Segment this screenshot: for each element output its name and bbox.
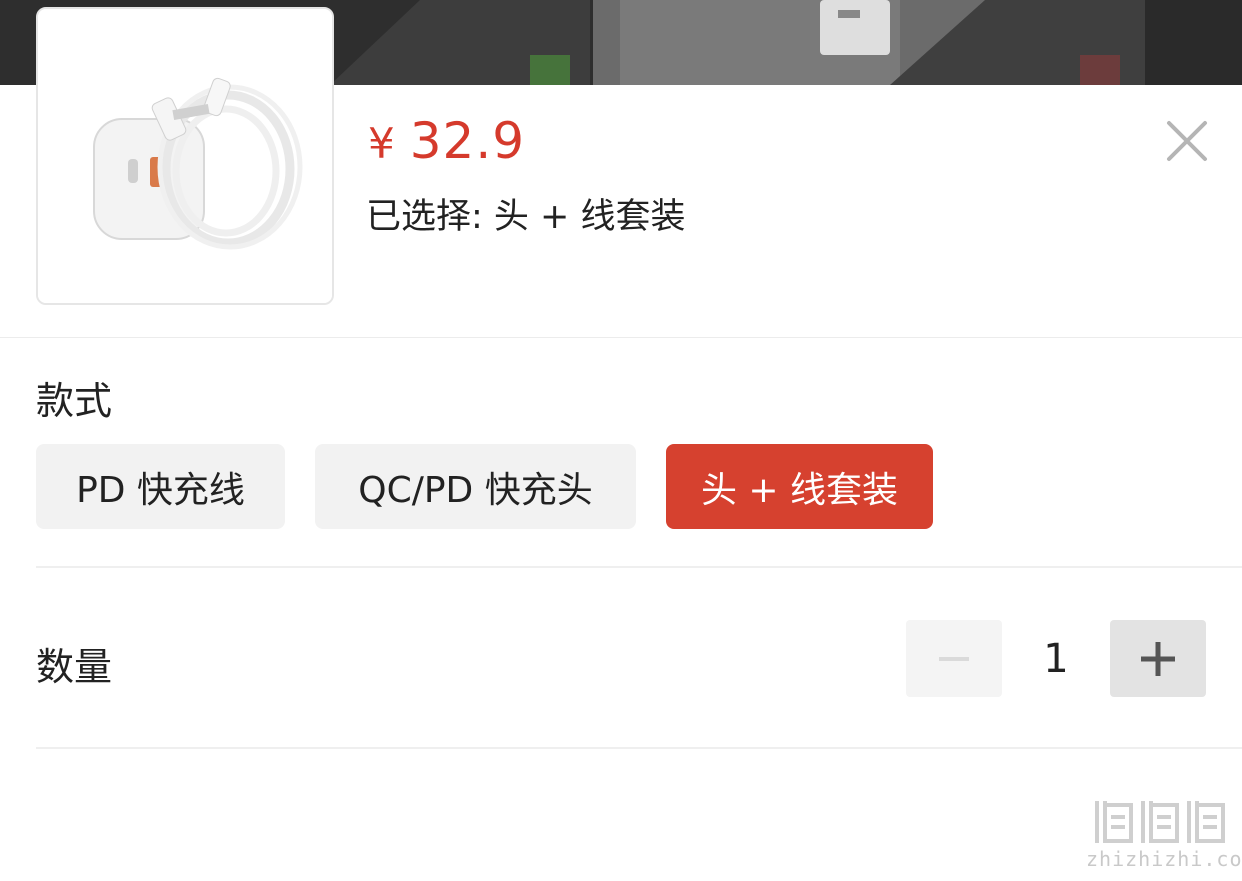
option-charger-cable-bundle[interactable]: 头 + 线套装 bbox=[666, 444, 933, 529]
option-label: PD 快充线 bbox=[76, 469, 245, 511]
option-qc-pd-charger[interactable]: QC/PD 快充头 bbox=[315, 444, 636, 529]
price: ¥32.9 bbox=[368, 112, 525, 170]
style-divider bbox=[36, 566, 1242, 568]
close-icon bbox=[1167, 121, 1207, 161]
watermark-text: zhizhizhi.com bbox=[1086, 847, 1242, 871]
option-label: QC/PD 快充头 bbox=[358, 469, 593, 511]
option-pd-cable[interactable]: PD 快充线 bbox=[36, 444, 285, 529]
price-value: 32.9 bbox=[409, 112, 526, 170]
watermark: zhizhizhi.com bbox=[1086, 795, 1242, 871]
minus-icon bbox=[939, 656, 969, 661]
option-label: 头 + 线套装 bbox=[700, 469, 899, 511]
currency-symbol: ¥ bbox=[368, 119, 396, 168]
quantity-section-title: 数量 bbox=[36, 645, 113, 689]
decrease-quantity-button[interactable] bbox=[906, 620, 1002, 697]
charger-cable-image bbox=[38, 9, 332, 303]
quantity-divider bbox=[36, 747, 1242, 749]
product-thumbnail[interactable] bbox=[36, 7, 334, 305]
selected-variant-label: 已选择: 头 + 线套装 bbox=[366, 197, 686, 237]
style-section-title: 款式 bbox=[36, 379, 113, 423]
increase-quantity-button[interactable] bbox=[1110, 620, 1206, 697]
header-divider bbox=[0, 337, 1242, 338]
watermark-logo bbox=[1095, 801, 1225, 843]
quantity-value[interactable]: 1 bbox=[1004, 620, 1108, 697]
close-button[interactable] bbox=[1164, 118, 1210, 164]
plus-icon bbox=[1141, 641, 1175, 676]
